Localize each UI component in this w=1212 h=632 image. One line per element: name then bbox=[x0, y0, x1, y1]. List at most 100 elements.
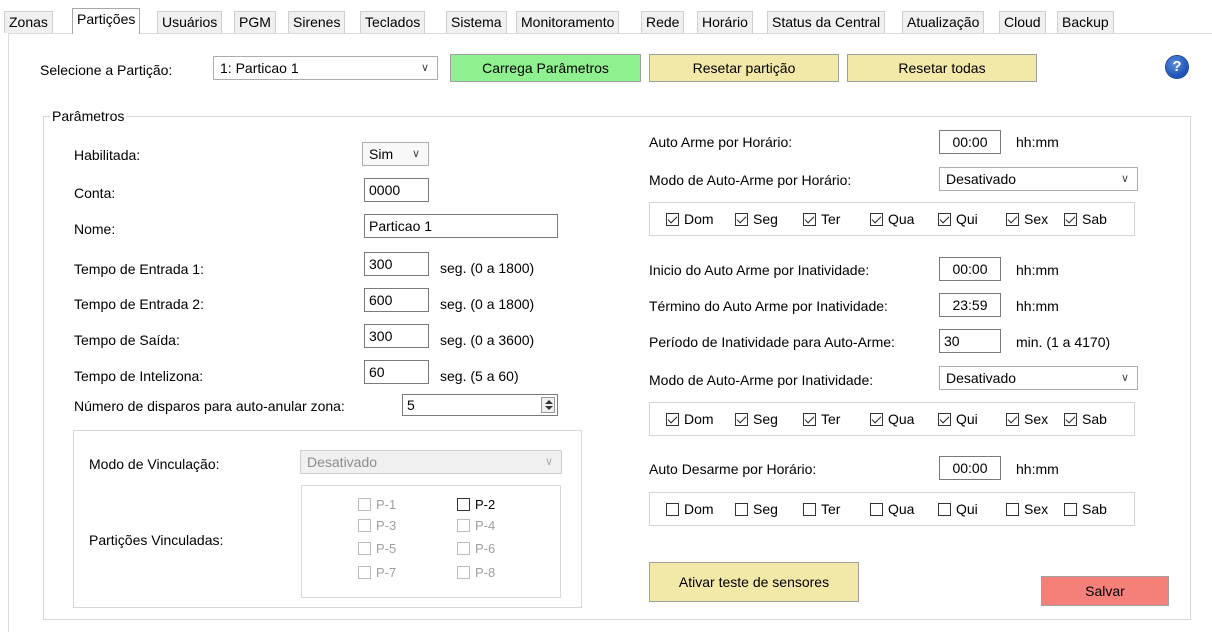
inactivity-mode-label: Modo de Auto-Arme por Inatividade: bbox=[649, 372, 874, 388]
day-label: Seg bbox=[753, 411, 778, 427]
partition-select[interactable]: 1: Particao 1 ∨ bbox=[213, 56, 438, 80]
day-checkbox-qua[interactable]: Qua bbox=[870, 411, 914, 427]
tab-particoes[interactable]: Partições bbox=[72, 8, 141, 34]
chevron-down-icon: ∨ bbox=[1120, 173, 1129, 185]
day-checkbox-dom[interactable]: Dom bbox=[666, 211, 714, 227]
tab-status-central[interactable]: Status da Central bbox=[767, 11, 886, 33]
partition-checkbox-label: P-2 bbox=[475, 497, 496, 512]
chevron-down-icon: ∨ bbox=[544, 456, 553, 468]
help-icon[interactable]: ? bbox=[1166, 56, 1188, 78]
exit-time-input[interactable]: 300 bbox=[364, 324, 429, 348]
spin-arrows-icon[interactable] bbox=[541, 397, 555, 413]
partition-checkbox-p6[interactable]: P-6 bbox=[457, 541, 495, 557]
day-label: Sab bbox=[1082, 501, 1107, 517]
tab-sistema[interactable]: Sistema bbox=[446, 11, 507, 33]
test-sensors-button[interactable]: Ativar teste de sensores bbox=[649, 562, 859, 602]
day-checkbox-qui[interactable]: Qui bbox=[938, 211, 978, 227]
account-input[interactable]: 0000 bbox=[364, 178, 429, 202]
inactivity-mode-select[interactable]: Desativado ∨ bbox=[939, 366, 1138, 390]
partition-checkbox-p8[interactable]: P-8 bbox=[457, 565, 495, 581]
tab-pgm[interactable]: PGM bbox=[234, 11, 276, 33]
name-input[interactable]: Particao 1 bbox=[364, 214, 558, 238]
auto-arm-mode-select[interactable]: Desativado ∨ bbox=[939, 167, 1138, 191]
day-label: Qui bbox=[956, 211, 978, 227]
partition-checkbox-label: P-7 bbox=[376, 565, 397, 580]
partition-checkbox-p4[interactable]: P-4 bbox=[457, 518, 495, 534]
tab-rede[interactable]: Rede bbox=[641, 11, 685, 33]
tab-atualizacao[interactable]: Atualização bbox=[902, 11, 985, 33]
inactivity-end-input[interactable]: 23:59 bbox=[939, 293, 1001, 317]
checkbox-icon bbox=[358, 542, 371, 555]
day-checkbox-qua[interactable]: Qua bbox=[870, 501, 914, 517]
tab-usuarios[interactable]: Usuários bbox=[157, 11, 223, 33]
partition-checkbox-p3[interactable]: P-3 bbox=[358, 518, 396, 534]
load-parameters-button[interactable]: Carrega Parâmetros bbox=[450, 54, 641, 82]
day-label: Sex bbox=[1024, 211, 1049, 227]
entry-time-1-input[interactable]: 300 bbox=[364, 252, 429, 276]
checkbox-icon bbox=[803, 413, 816, 426]
day-checkbox-ter[interactable]: Ter bbox=[803, 411, 840, 427]
tab-panel-border bbox=[8, 33, 1212, 34]
inactivity-period-label: Período de Inatividade para Auto-Arme: bbox=[649, 334, 895, 350]
linked-partitions-label: Partições Vinculadas: bbox=[89, 532, 224, 548]
tab-horario[interactable]: Horário bbox=[697, 11, 753, 33]
day-checkbox-sex[interactable]: Sex bbox=[1006, 211, 1048, 227]
inactivity-start-input[interactable]: 00:00 bbox=[939, 257, 1001, 281]
auto-bypass-shots-value: 5 bbox=[407, 397, 415, 413]
partition-checkbox-label: P-5 bbox=[376, 541, 397, 556]
day-checkbox-qua[interactable]: Qua bbox=[870, 211, 914, 227]
parameters-group-title: Parâmetros bbox=[50, 108, 127, 124]
link-mode-select[interactable]: Desativado ∨ bbox=[300, 450, 562, 474]
day-checkbox-sab[interactable]: Sab bbox=[1064, 211, 1107, 227]
day-label: Seg bbox=[753, 501, 778, 517]
day-checkbox-ter[interactable]: Ter bbox=[803, 211, 840, 227]
auto-disarm-input[interactable]: 00:00 bbox=[939, 456, 1001, 480]
tab-cloud[interactable]: Cloud bbox=[999, 11, 1046, 33]
auto-arm-time-input[interactable]: 00:00 bbox=[939, 130, 1001, 154]
day-label: Dom bbox=[684, 501, 714, 517]
day-checkbox-dom[interactable]: Dom bbox=[666, 501, 714, 517]
day-checkbox-qui[interactable]: Qui bbox=[938, 501, 978, 517]
tab-zonas[interactable]: Zonas bbox=[4, 11, 53, 33]
tab-sirenes[interactable]: Sirenes bbox=[288, 11, 346, 33]
day-checkbox-ter[interactable]: Ter bbox=[803, 501, 840, 517]
day-checkbox-seg[interactable]: Seg bbox=[735, 501, 778, 517]
day-checkbox-seg[interactable]: Seg bbox=[735, 211, 778, 227]
inactivity-period-input[interactable]: 30 bbox=[939, 329, 1001, 353]
day-label: Ter bbox=[821, 501, 841, 517]
inactivity-days-box: Dom Seg Ter Qua Qui Sex Sab bbox=[649, 402, 1135, 436]
reset-all-button[interactable]: Resetar todas bbox=[847, 54, 1037, 82]
partition-checkbox-p7[interactable]: P-7 bbox=[358, 565, 396, 581]
day-checkbox-sab[interactable]: Sab bbox=[1064, 411, 1107, 427]
partition-checkbox-p2[interactable]: P-2 bbox=[457, 497, 495, 513]
checkbox-icon bbox=[1006, 413, 1019, 426]
enabled-select[interactable]: Sim ∨ bbox=[362, 142, 429, 166]
intelizone-time-input[interactable]: 60 bbox=[364, 360, 429, 384]
partition-checkbox-label: P-4 bbox=[475, 518, 496, 533]
day-checkbox-sex[interactable]: Sex bbox=[1006, 411, 1048, 427]
entry-time-2-input[interactable]: 600 bbox=[364, 288, 429, 312]
auto-arm-mode-value: Desativado bbox=[946, 171, 1017, 187]
reset-partition-button[interactable]: Resetar partição bbox=[649, 54, 839, 82]
partition-checkbox-p5[interactable]: P-5 bbox=[358, 541, 396, 557]
tab-monitoramento[interactable]: Monitoramento bbox=[516, 11, 620, 33]
account-label: Conta: bbox=[74, 185, 116, 201]
entry-time-2-range: seg. (0 a 1800) bbox=[440, 296, 535, 312]
checkbox-icon bbox=[1006, 503, 1019, 516]
day-checkbox-sab[interactable]: Sab bbox=[1064, 501, 1107, 517]
checkbox-icon bbox=[457, 519, 470, 532]
day-checkbox-qui[interactable]: Qui bbox=[938, 411, 978, 427]
auto-bypass-shots-stepper[interactable]: 5 bbox=[402, 394, 558, 416]
partition-checkbox-label: P-6 bbox=[475, 541, 496, 556]
chevron-down-icon: ∨ bbox=[411, 148, 420, 160]
checkbox-icon bbox=[457, 498, 470, 511]
day-checkbox-sex[interactable]: Sex bbox=[1006, 501, 1048, 517]
tab-backup[interactable]: Backup bbox=[1057, 11, 1114, 33]
save-button[interactable]: Salvar bbox=[1041, 576, 1169, 606]
day-checkbox-dom[interactable]: Dom bbox=[666, 411, 714, 427]
day-checkbox-seg[interactable]: Seg bbox=[735, 411, 778, 427]
tab-teclados[interactable]: Teclados bbox=[360, 11, 426, 33]
partition-checkbox-p1[interactable]: P-1 bbox=[358, 497, 396, 513]
auto-arm-mode-label: Modo de Auto-Arme por Horário: bbox=[649, 172, 852, 188]
auto-disarm-days-box: Dom Seg Ter Qua Qui Sex Sab bbox=[649, 492, 1135, 526]
